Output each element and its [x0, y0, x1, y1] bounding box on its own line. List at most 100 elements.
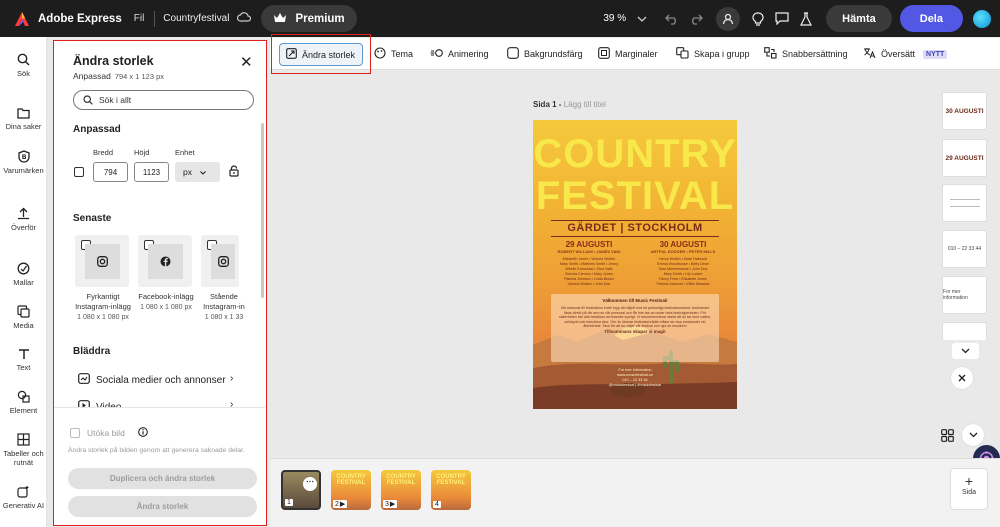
expand-image-checkbox[interactable] [70, 428, 80, 438]
cloud-icon[interactable] [237, 12, 252, 25]
duplicate-resize-button[interactable]: Duplicera och ändra storlek [68, 468, 257, 489]
rail-item-upload[interactable]: Överför [0, 207, 47, 232]
translate-icon [863, 47, 876, 61]
bulk-create-button[interactable]: Skapa i grupp [676, 47, 750, 61]
rail-item-media[interactable]: Media [0, 305, 47, 330]
recent-card-facebook[interactable] [138, 235, 192, 287]
layer-thumb[interactable]: For mer information [942, 276, 987, 314]
document-title[interactable]: Countryfestival [163, 13, 229, 24]
recent-card-instagram-square[interactable] [75, 235, 129, 287]
layer-thumb[interactable]: 010 – 22 33 44 [942, 230, 987, 268]
page-thumb-4[interactable]: COUNTRY FESTIVAL 4 [431, 470, 471, 510]
poster-headliners-right: ARTFUL DODGER • PETER MILLS [650, 249, 716, 254]
rail-label: Media [13, 321, 34, 330]
poster-lineup-left: Elizabeth Jones • Victoria Wotten Mary S… [547, 257, 631, 287]
adobe-express-logo[interactable] [14, 11, 30, 27]
recent-card-label: Facebook-inlägg [138, 292, 194, 301]
label-line: Instagram-in [203, 302, 245, 311]
translate-button[interactable]: Översätt NYTT [863, 47, 948, 61]
background-color-button[interactable]: Bakgrundsfärg [507, 47, 583, 61]
add-page-button[interactable]: + Sida [950, 468, 988, 510]
unit-label: Enhet [175, 148, 195, 157]
close-icon[interactable] [951, 367, 973, 389]
search-input[interactable]: Sök i allt [73, 90, 254, 110]
add-title-hint: Lägg till titel [563, 100, 606, 109]
rail-item-templates[interactable]: Mallar [0, 262, 47, 287]
animation-icon [430, 47, 443, 61]
zoom-level[interactable]: 39 % [603, 13, 626, 24]
beaker-icon[interactable] [794, 7, 818, 31]
rail-item-text[interactable]: Text [0, 348, 47, 372]
size-type: Anpassad [73, 71, 111, 81]
animation-button[interactable]: Animering [430, 47, 489, 61]
rail-item-generative-ai[interactable]: Generativ AI [0, 485, 47, 510]
browse-item-social[interactable]: Sociala medier och annonser [78, 373, 226, 387]
rail-label: Sök [17, 69, 30, 78]
comment-icon[interactable] [770, 7, 794, 31]
download-button[interactable]: Hämta [826, 5, 892, 32]
chevron-down-icon[interactable] [962, 424, 984, 446]
share-button[interactable]: Dela [899, 5, 963, 32]
scrollbar[interactable] [261, 123, 264, 298]
recent-card-size: 1 080 x 1 33 [204, 314, 244, 321]
resize-button[interactable]: Ändra storlek [68, 496, 257, 517]
unit-select[interactable]: px [175, 162, 220, 182]
custom-size-checkbox[interactable] [74, 167, 84, 177]
info-closing: Tillsammans skapar vi magi! [604, 328, 666, 334]
theme-button[interactable]: Tema [374, 47, 413, 61]
templates-icon [17, 262, 30, 275]
play-icon: ▶ [389, 501, 396, 508]
thumb-title: COUNTRY FESTIVAL [336, 474, 366, 486]
lock-icon[interactable] [229, 165, 239, 180]
layer-thumb[interactable] [942, 322, 987, 340]
chevron-right-icon[interactable]: › [230, 373, 233, 384]
recent-card-label: Fyrkantigt Instagram-inlägg [68, 292, 138, 312]
layer-thumb[interactable] [942, 184, 987, 222]
chevron-down-icon[interactable] [630, 7, 654, 31]
color-swatch-icon [507, 47, 519, 61]
quick-replace-button[interactable]: Snabbersättning [764, 47, 848, 61]
svg-text:B: B [22, 155, 27, 161]
layer-thumb[interactable]: 30 AUGUSTI [942, 92, 987, 130]
tool-label: Tema [391, 49, 414, 59]
brand-icon: B [17, 150, 30, 163]
thumb-title: COUNTRY FESTIVAL [436, 474, 466, 486]
more-icon[interactable]: ⋯ [303, 477, 317, 491]
layer-thumb[interactable]: 29 AUGUSTI [942, 139, 987, 177]
social-media-icon [78, 373, 90, 387]
poster-canvas[interactable]: COUNTRY FESTIVAL GÄRDET | STOCKHOLM 29 A… [533, 120, 737, 409]
rail-item-brands[interactable]: B Varumärken [0, 150, 47, 175]
undo-icon[interactable] [660, 7, 684, 31]
margins-button[interactable]: Marginaler [598, 47, 658, 61]
width-input[interactable]: 794 [93, 162, 128, 182]
instagram-icon [211, 244, 235, 279]
rail-item-tables[interactable]: Tabeller och rutnät [0, 433, 47, 467]
recent-card-size: 1 080 x 1 080 px [140, 304, 192, 311]
file-menu[interactable]: Fil [134, 13, 145, 24]
rail-item-your-stuff[interactable]: Dina saker [0, 107, 47, 131]
page-thumb-3[interactable]: COUNTRY FESTIVAL 3 ▶ [381, 470, 421, 510]
resize-panel: Ändra storlek ✕ Anpassad 794 x 1 123 px S… [53, 40, 267, 526]
lineup-row: Victoria Wotten • John Doe [567, 282, 611, 286]
page-thumb-1[interactable]: ⋯ 1 [281, 470, 321, 510]
chevron-down-icon [200, 167, 206, 177]
lightbulb-icon[interactable] [746, 7, 770, 31]
avatar[interactable] [973, 9, 991, 28]
panel-subtitle: Anpassad 794 x 1 123 px [73, 71, 164, 81]
redo-icon[interactable] [684, 7, 708, 31]
page-title[interactable]: Sida 1 - Lägg till titel [533, 100, 606, 109]
rail-item-elements[interactable]: Element [0, 390, 47, 415]
info-icon[interactable] [137, 427, 148, 439]
palette-icon [374, 47, 386, 61]
rail-item-search[interactable]: Sök [0, 53, 47, 78]
grid-view-icon[interactable] [936, 424, 958, 446]
page-number-label: Sida 1 - [533, 100, 564, 109]
chevron-down-icon[interactable] [952, 343, 979, 359]
close-icon[interactable]: ✕ [240, 53, 253, 71]
height-input[interactable]: 1123 [134, 162, 169, 182]
invite-user-icon[interactable] [716, 6, 741, 31]
premium-button[interactable]: Premium [261, 5, 357, 32]
recent-card-instagram-portrait[interactable] [201, 235, 239, 287]
page-thumb-2[interactable]: COUNTRY FESTIVAL 2 ▶ [331, 470, 371, 510]
divider-line [551, 220, 719, 221]
